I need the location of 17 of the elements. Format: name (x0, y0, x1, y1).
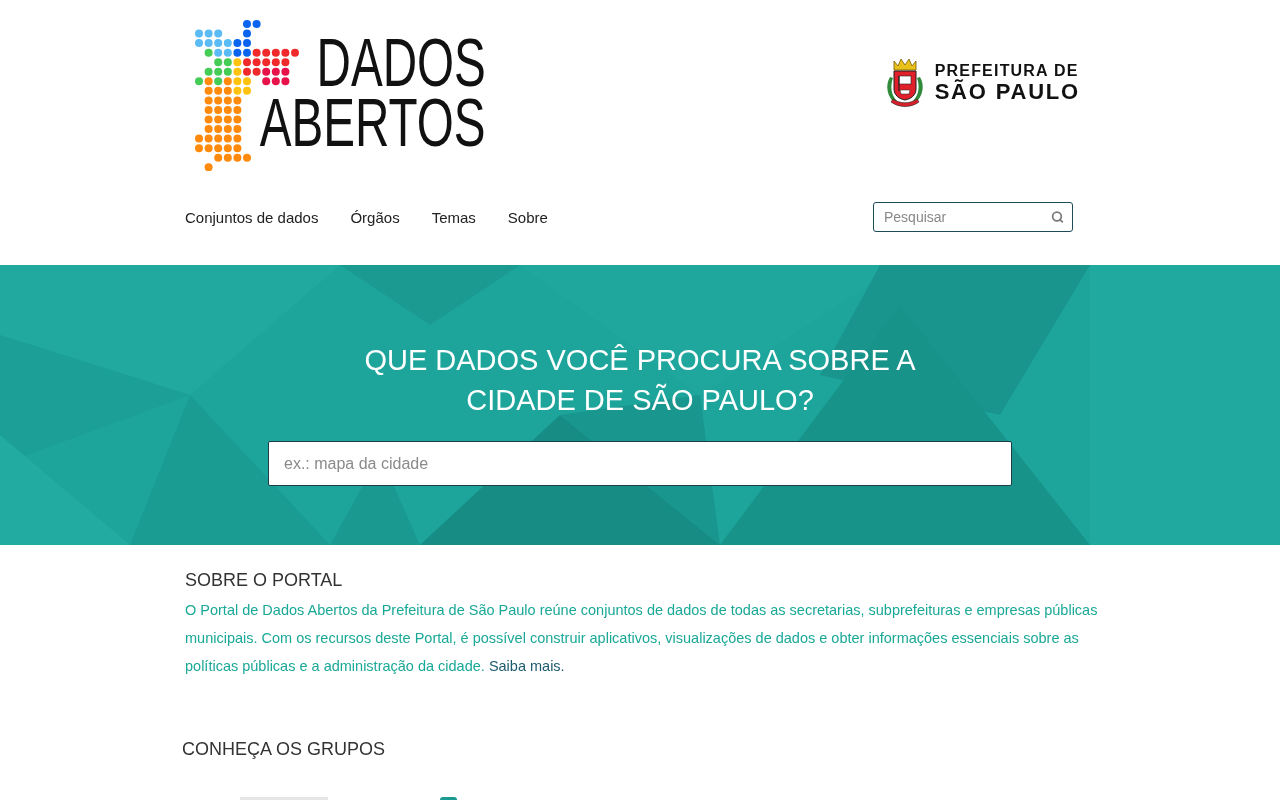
hero-search-field[interactable]: ex.: mapa da cidade (268, 441, 1012, 486)
search-field[interactable]: Pesquisar (873, 202, 1073, 232)
nav-link[interactable]: Órgãos (350, 208, 400, 226)
city-hall-wordmark: PREFEITURA DE (934, 62, 1079, 79)
group-icon (440, 797, 457, 800)
section-heading: CONHEÇA OS GRUPOS (182, 739, 386, 759)
logo-wordmark: ABERTOS (260, 92, 486, 152)
about-paragraph: O Portal de Dados Abertos da Prefeitura de São Paulo reúne conjuntos de dados de todas as secretarias, subprefeituras e empresas públicas municipais. Com os recursos deste Portal, é possível construir aplicativos, visualizações de dados e obter informações essenciais sobre as políticas públicas e a administração da cidade. Saiba mais. (185, 601, 1099, 676)
city-hall-wordmark: SÃO PAULO (934, 80, 1080, 104)
nav-link[interactable]: Conjuntos de dados (185, 208, 319, 226)
read-more-link[interactable]: Saiba mais. (488, 658, 565, 674)
nav-link[interactable]: Sobre (507, 208, 548, 226)
search-icon[interactable] (1051, 210, 1064, 224)
section-heading: SOBRE O PORTAL (185, 570, 343, 590)
hero-heading: QUE DADOS VOCÊ PROCURA SOBRE A CIDADE DE SÃO PAULO? (363, 343, 917, 418)
nav-link[interactable]: Temas (431, 208, 476, 226)
logo-wordmark: DADOS (316, 32, 486, 92)
